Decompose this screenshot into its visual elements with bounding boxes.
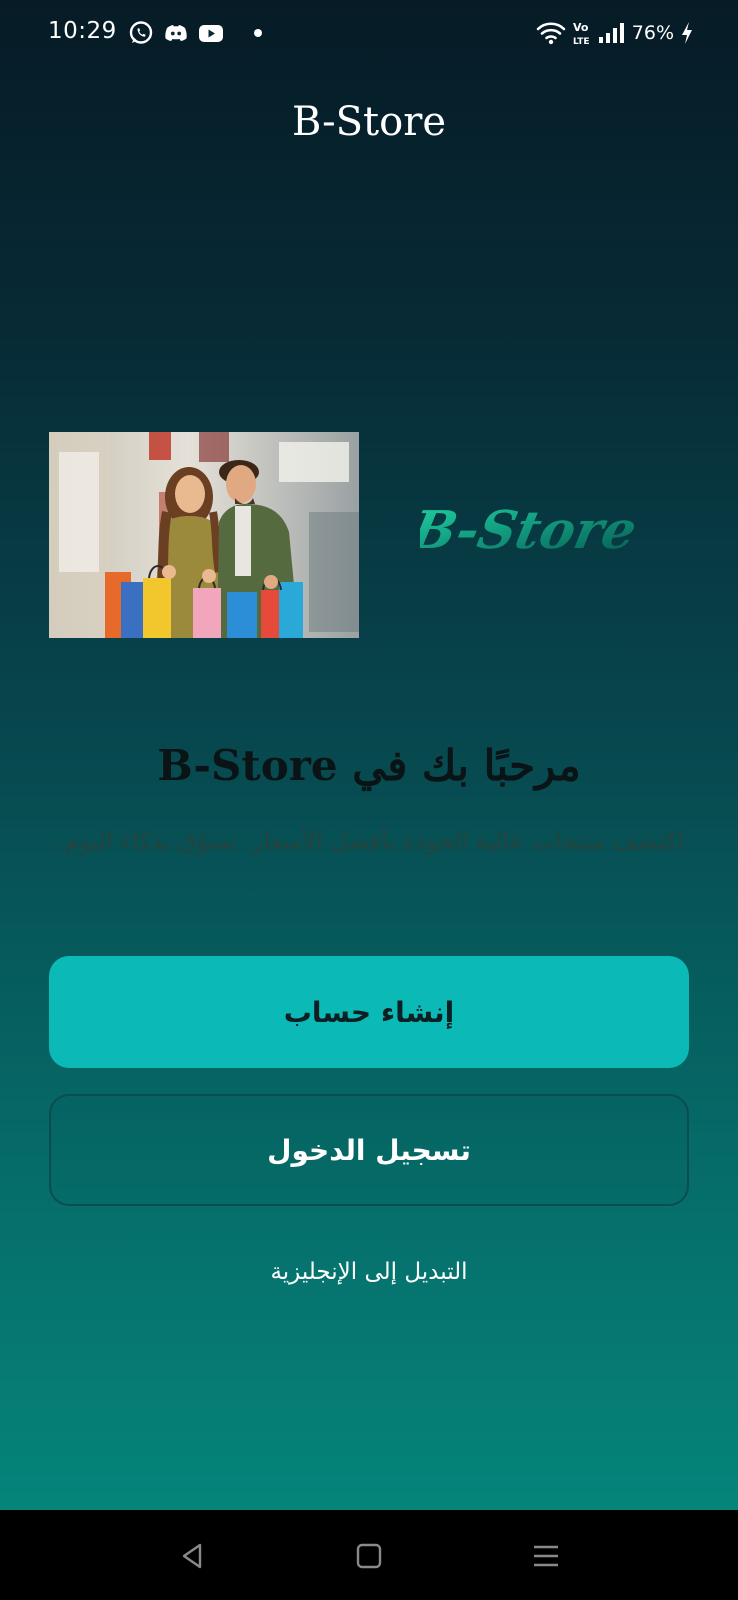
home-icon[interactable] — [353, 1540, 385, 1572]
hero-shopping-photo — [49, 432, 359, 638]
welcome-screen: 10:29 Vo LTE 76% B-Store B-Store مرحبًا … — [0, 0, 738, 1600]
dot-icon — [254, 29, 262, 37]
status-app-icons — [128, 20, 271, 46]
whatsapp-icon — [129, 21, 153, 44]
discord-icon — [165, 25, 187, 41]
volte-icon: Vo LTE — [573, 21, 590, 47]
svg-text:B-Store: B-Store — [420, 501, 642, 561]
create-account-label: إنشاء حساب — [283, 995, 455, 1029]
signal-icon — [598, 23, 624, 43]
battery-level: 76% — [631, 22, 674, 44]
login-button[interactable]: تسجيل الدخول — [49, 1094, 689, 1206]
system-nav-bar — [0, 1510, 738, 1600]
svg-text:Vo: Vo — [573, 21, 589, 34]
welcome-subtitle: اكتشف منتجات عالية الجودة بأفضل الأسعار.… — [56, 827, 684, 855]
app-title: B-Store — [291, 99, 446, 145]
login-label: تسجيل الدخول — [267, 1133, 471, 1167]
svg-text:LTE: LTE — [573, 37, 590, 47]
battery-charging-icon — [682, 22, 692, 44]
status-time: 10:29 — [48, 18, 117, 44]
brand-logo: B-Store — [420, 501, 642, 561]
status-bar: 10:29 Vo LTE 76% — [0, 0, 738, 66]
wifi-icon — [536, 22, 566, 45]
create-account-button[interactable]: إنشاء حساب — [49, 956, 689, 1068]
switch-language-link[interactable]: التبديل إلى الإنجليزية — [0, 1252, 738, 1292]
status-system-icons: Vo LTE 76% — [536, 19, 694, 47]
back-icon[interactable] — [176, 1540, 208, 1572]
recents-icon[interactable] — [530, 1540, 562, 1572]
welcome-title: مرحبًا بك في B-Store — [157, 741, 581, 790]
youtube-icon — [199, 25, 223, 42]
